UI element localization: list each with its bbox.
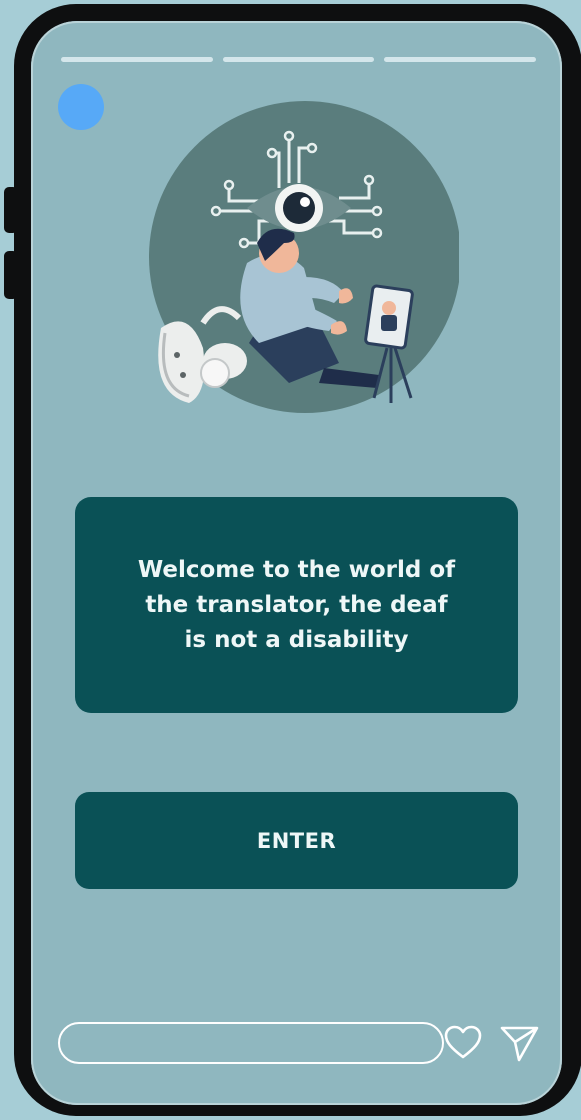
enter-button[interactable]: ENTER: [75, 792, 518, 889]
welcome-card: Welcome to the world of the translator, …: [75, 497, 518, 713]
reply-input[interactable]: [58, 1022, 444, 1064]
welcome-message: Welcome to the world of the translator, …: [137, 556, 456, 653]
send-icon[interactable]: [497, 1021, 541, 1065]
progress-segment: [222, 57, 375, 62]
avatar[interactable]: [58, 84, 104, 130]
progress-segment: [384, 57, 537, 62]
sign-language-illustration: [149, 101, 459, 413]
heart-icon[interactable]: [441, 1021, 485, 1065]
phone-screen: Welcome to the world of the translator, …: [31, 21, 562, 1105]
progress-segment: [61, 57, 213, 62]
story-progress-bar: [61, 57, 537, 62]
stage: Welcome to the world of the translator, …: [0, 0, 581, 1120]
